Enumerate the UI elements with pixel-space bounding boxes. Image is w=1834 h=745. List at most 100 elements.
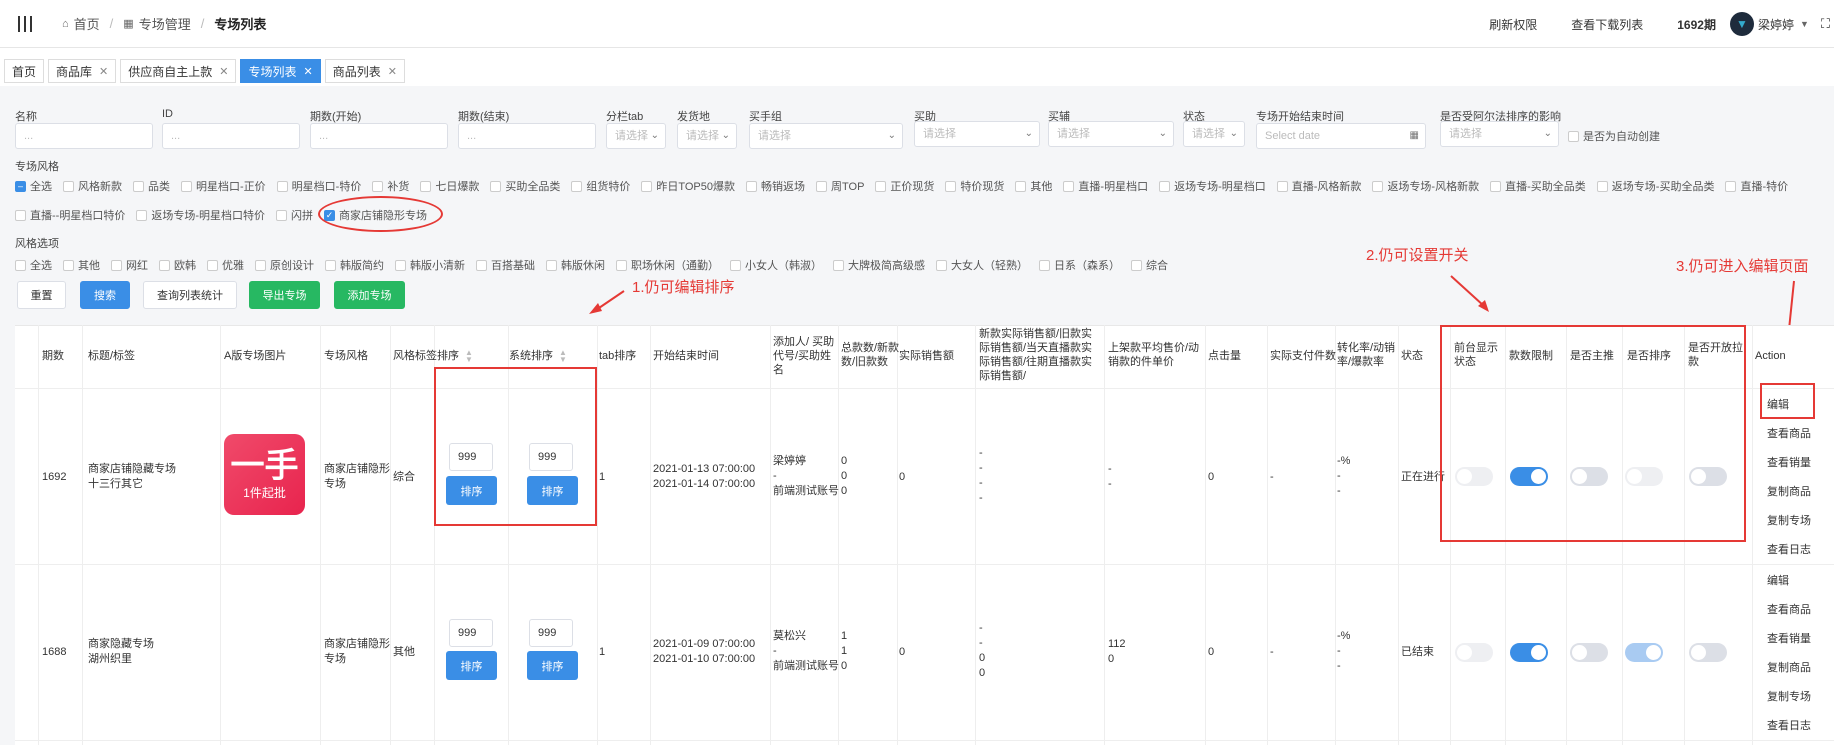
tab-product-library[interactable]: 商品库 ✕ — [48, 59, 117, 83]
checkbox-styleRow2-2[interactable]: 闪拼 — [276, 207, 313, 223]
checkbox-styleRow1-1[interactable]: 风格新款 — [63, 178, 122, 194]
row1-action-4[interactable]: 复制专场 — [1767, 512, 1811, 528]
checkbox-styleRow1-2[interactable]: 品类 — [133, 178, 170, 194]
checkbox-styleRow1-15[interactable]: 直播-明星档口 — [1063, 178, 1148, 194]
checkbox-styleRow1-5[interactable]: 补货 — [372, 178, 409, 194]
menu-toggle-icon[interactable] — [18, 15, 32, 32]
checkbox-styleOptRow-12[interactable]: 大牌极简高级感 — [833, 257, 925, 273]
checkbox-styleOptRow-10[interactable]: 职场休闲（通勤） — [616, 257, 719, 273]
checkbox-styleRow2-1[interactable]: 返场专场-明星档口特价 — [136, 207, 265, 223]
fullscreen-icon[interactable]: ⛶ — [1821, 16, 1830, 32]
user-name[interactable]: 梁婷婷 — [1758, 16, 1794, 33]
checkbox-styleOptRow-8[interactable]: 百搭基础 — [476, 257, 535, 273]
checkbox-styleOptRow-7[interactable]: 韩版小清新 — [395, 257, 465, 273]
close-icon[interactable]: ✕ — [99, 65, 108, 78]
row1-action-1[interactable]: 查看商品 — [1767, 425, 1811, 441]
row2-action-4[interactable]: 复制专场 — [1767, 688, 1811, 704]
row1-action-5[interactable]: 查看日志 — [1767, 541, 1811, 557]
export-button[interactable]: 导出专场 — [249, 281, 320, 309]
avatar[interactable]: ▼ — [1729, 12, 1754, 36]
checkbox-styleRow1-18[interactable]: 返场专场-风格新款 — [1372, 178, 1479, 194]
checkbox-styleRow1-13[interactable]: 特价现货 — [945, 178, 1004, 194]
period-end-input[interactable]: ... — [458, 123, 596, 149]
buyer-assist-select[interactable]: 请选择 ⌄ — [1048, 121, 1174, 147]
checkbox-styleOptRow-4[interactable]: 优雅 — [207, 257, 244, 273]
tab-filter-select[interactable]: 请选择 ⌄ — [606, 123, 666, 149]
row2-sort-input[interactable]: 999 — [449, 619, 493, 647]
checkbox-styleRow1-9[interactable]: 昨日TOP50爆款 — [641, 178, 735, 194]
row2-pull-toggle[interactable] — [1689, 643, 1727, 662]
sort-icon[interactable]: ▲ ▼ — [465, 349, 475, 364]
add-special-button[interactable]: 添加专场 — [334, 281, 405, 309]
checkbox-styleRow1-0[interactable]: – 全选 — [15, 178, 52, 194]
reset-button[interactable]: 重置 — [17, 281, 66, 309]
date-range-picker[interactable]: Select date ▦ — [1256, 123, 1426, 149]
checkbox-styleRow1-3[interactable]: 明星档口-正价 — [181, 178, 266, 194]
checkbox-styleOptRow-2[interactable]: 网红 — [111, 257, 148, 273]
ship-from-select[interactable]: 请选择 ⌄ — [677, 123, 737, 149]
name-input[interactable]: ... — [15, 123, 153, 149]
breadcrumb-special-manage[interactable]: 专场管理 — [139, 14, 191, 33]
view-downloads-link[interactable]: 查看下载列表 — [1571, 16, 1643, 33]
tab-special-list[interactable]: 专场列表 ✕ — [240, 59, 321, 83]
checkbox-styleOptRow-11[interactable]: 小女人（韩淑） — [730, 257, 822, 273]
checkbox-styleRow1-6[interactable]: 七日爆款 — [420, 178, 479, 194]
row2-front-toggle[interactable] — [1455, 643, 1493, 662]
checkbox-styleRow1-4[interactable]: 明星档口-特价 — [276, 178, 361, 194]
checkbox-styleOptRow-5[interactable]: 原创设计 — [255, 257, 314, 273]
row2-is-sort-toggle[interactable] — [1625, 643, 1663, 662]
buyer-group-select[interactable]: 请选择 ⌄ — [749, 123, 903, 149]
search-button[interactable]: 搜索 — [80, 281, 130, 309]
checkbox-styleOptRow-13[interactable]: 大女人（轻熟） — [936, 257, 1028, 273]
row2-action-0[interactable]: 编辑 — [1767, 572, 1789, 588]
period-start-input[interactable]: ... — [310, 123, 448, 149]
checkbox-styleRow1-7[interactable]: 买助全品类 — [490, 178, 560, 194]
checkbox-styleRow1-17[interactable]: 直播-风格新款 — [1276, 178, 1361, 194]
row2-sys-sort-input[interactable]: 999 — [529, 619, 573, 647]
checkbox-styleOptRow-6[interactable]: 韩版简约 — [325, 257, 384, 273]
row1-action-2[interactable]: 查看销量 — [1767, 454, 1811, 470]
close-icon[interactable]: ✕ — [304, 65, 313, 78]
checkbox-styleOptRow-14[interactable]: 日系（森系） — [1039, 257, 1120, 273]
checkbox-styleOptRow-0[interactable]: 全选 — [15, 257, 52, 273]
checkbox-styleRow2-0[interactable]: 直播--明星档口特价 — [15, 207, 125, 223]
alpha-sort-select[interactable]: 请选择 ⌄ — [1440, 121, 1559, 147]
checkbox-styleRow1-21[interactable]: 直播-特价 — [1725, 178, 1788, 194]
auto-create-checkbox[interactable]: 是否为自动创建 — [1568, 128, 1660, 144]
id-input[interactable]: ... — [162, 123, 300, 149]
checkbox-styleRow1-19[interactable]: 直播-买助全品类 — [1490, 178, 1586, 194]
tab-supplier-upload[interactable]: 供应商自主上款 ✕ — [120, 59, 237, 83]
tab-home[interactable]: 首页 — [4, 59, 45, 83]
checkbox-styleRow1-12[interactable]: 正价现货 — [875, 178, 934, 194]
checkbox-styleOptRow-3[interactable]: 欧韩 — [159, 257, 196, 273]
buyer-help-select[interactable]: 请选择 ⌄ — [914, 121, 1040, 147]
row2-limit-toggle[interactable] — [1510, 643, 1548, 662]
tab-product-list[interactable]: 商品列表 ✕ — [324, 59, 405, 83]
row2-action-5[interactable]: 查看日志 — [1767, 717, 1811, 733]
checkbox-styleRow1-16[interactable]: 返场专场-明星档口 — [1159, 178, 1266, 194]
row2-main-toggle[interactable] — [1570, 643, 1608, 662]
checkbox-styleRow1-10[interactable]: 畅销返场 — [746, 178, 805, 194]
checkbox-styleOptRow-15[interactable]: 综合 — [1131, 257, 1168, 273]
caret-down-icon[interactable]: ▼ — [1800, 19, 1809, 29]
row2-action-1[interactable]: 查看商品 — [1767, 601, 1811, 617]
close-icon[interactable]: ✕ — [219, 65, 228, 78]
row2-action-3[interactable]: 复制商品 — [1767, 659, 1811, 675]
row2-action-2[interactable]: 查看销量 — [1767, 630, 1811, 646]
sort-icon[interactable]: ▲ ▼ — [559, 349, 569, 364]
checkbox-styleRow1-14[interactable]: 其他 — [1015, 178, 1052, 194]
checkbox-styleRow1-8[interactable]: 组货特价 — [571, 178, 630, 194]
checkbox-styleOptRow-9[interactable]: 韩版休闲 — [546, 257, 605, 273]
row1-action-3[interactable]: 复制商品 — [1767, 483, 1811, 499]
checkbox-styleRow1-20[interactable]: 返场专场-买助全品类 — [1596, 178, 1714, 194]
col-sys-sort[interactable]: 系统排序 ▲ ▼ — [509, 349, 569, 364]
col-sort[interactable]: 排序 ▲ ▼ — [437, 349, 475, 364]
close-icon[interactable]: ✕ — [388, 65, 397, 78]
checkbox-styleOptRow-1[interactable]: 其他 — [63, 257, 100, 273]
status-select[interactable]: 请选择 ⌄ — [1183, 121, 1245, 147]
list-stats-button[interactable]: 查询列表统计 — [143, 281, 237, 309]
row2-sys-sort-button[interactable]: 排序 — [527, 651, 578, 680]
refresh-permissions-link[interactable]: 刷新权限 — [1489, 16, 1537, 33]
checkbox-styleRow1-11[interactable]: 周TOP — [816, 178, 864, 194]
breadcrumb-home[interactable]: 首页 — [74, 14, 100, 33]
